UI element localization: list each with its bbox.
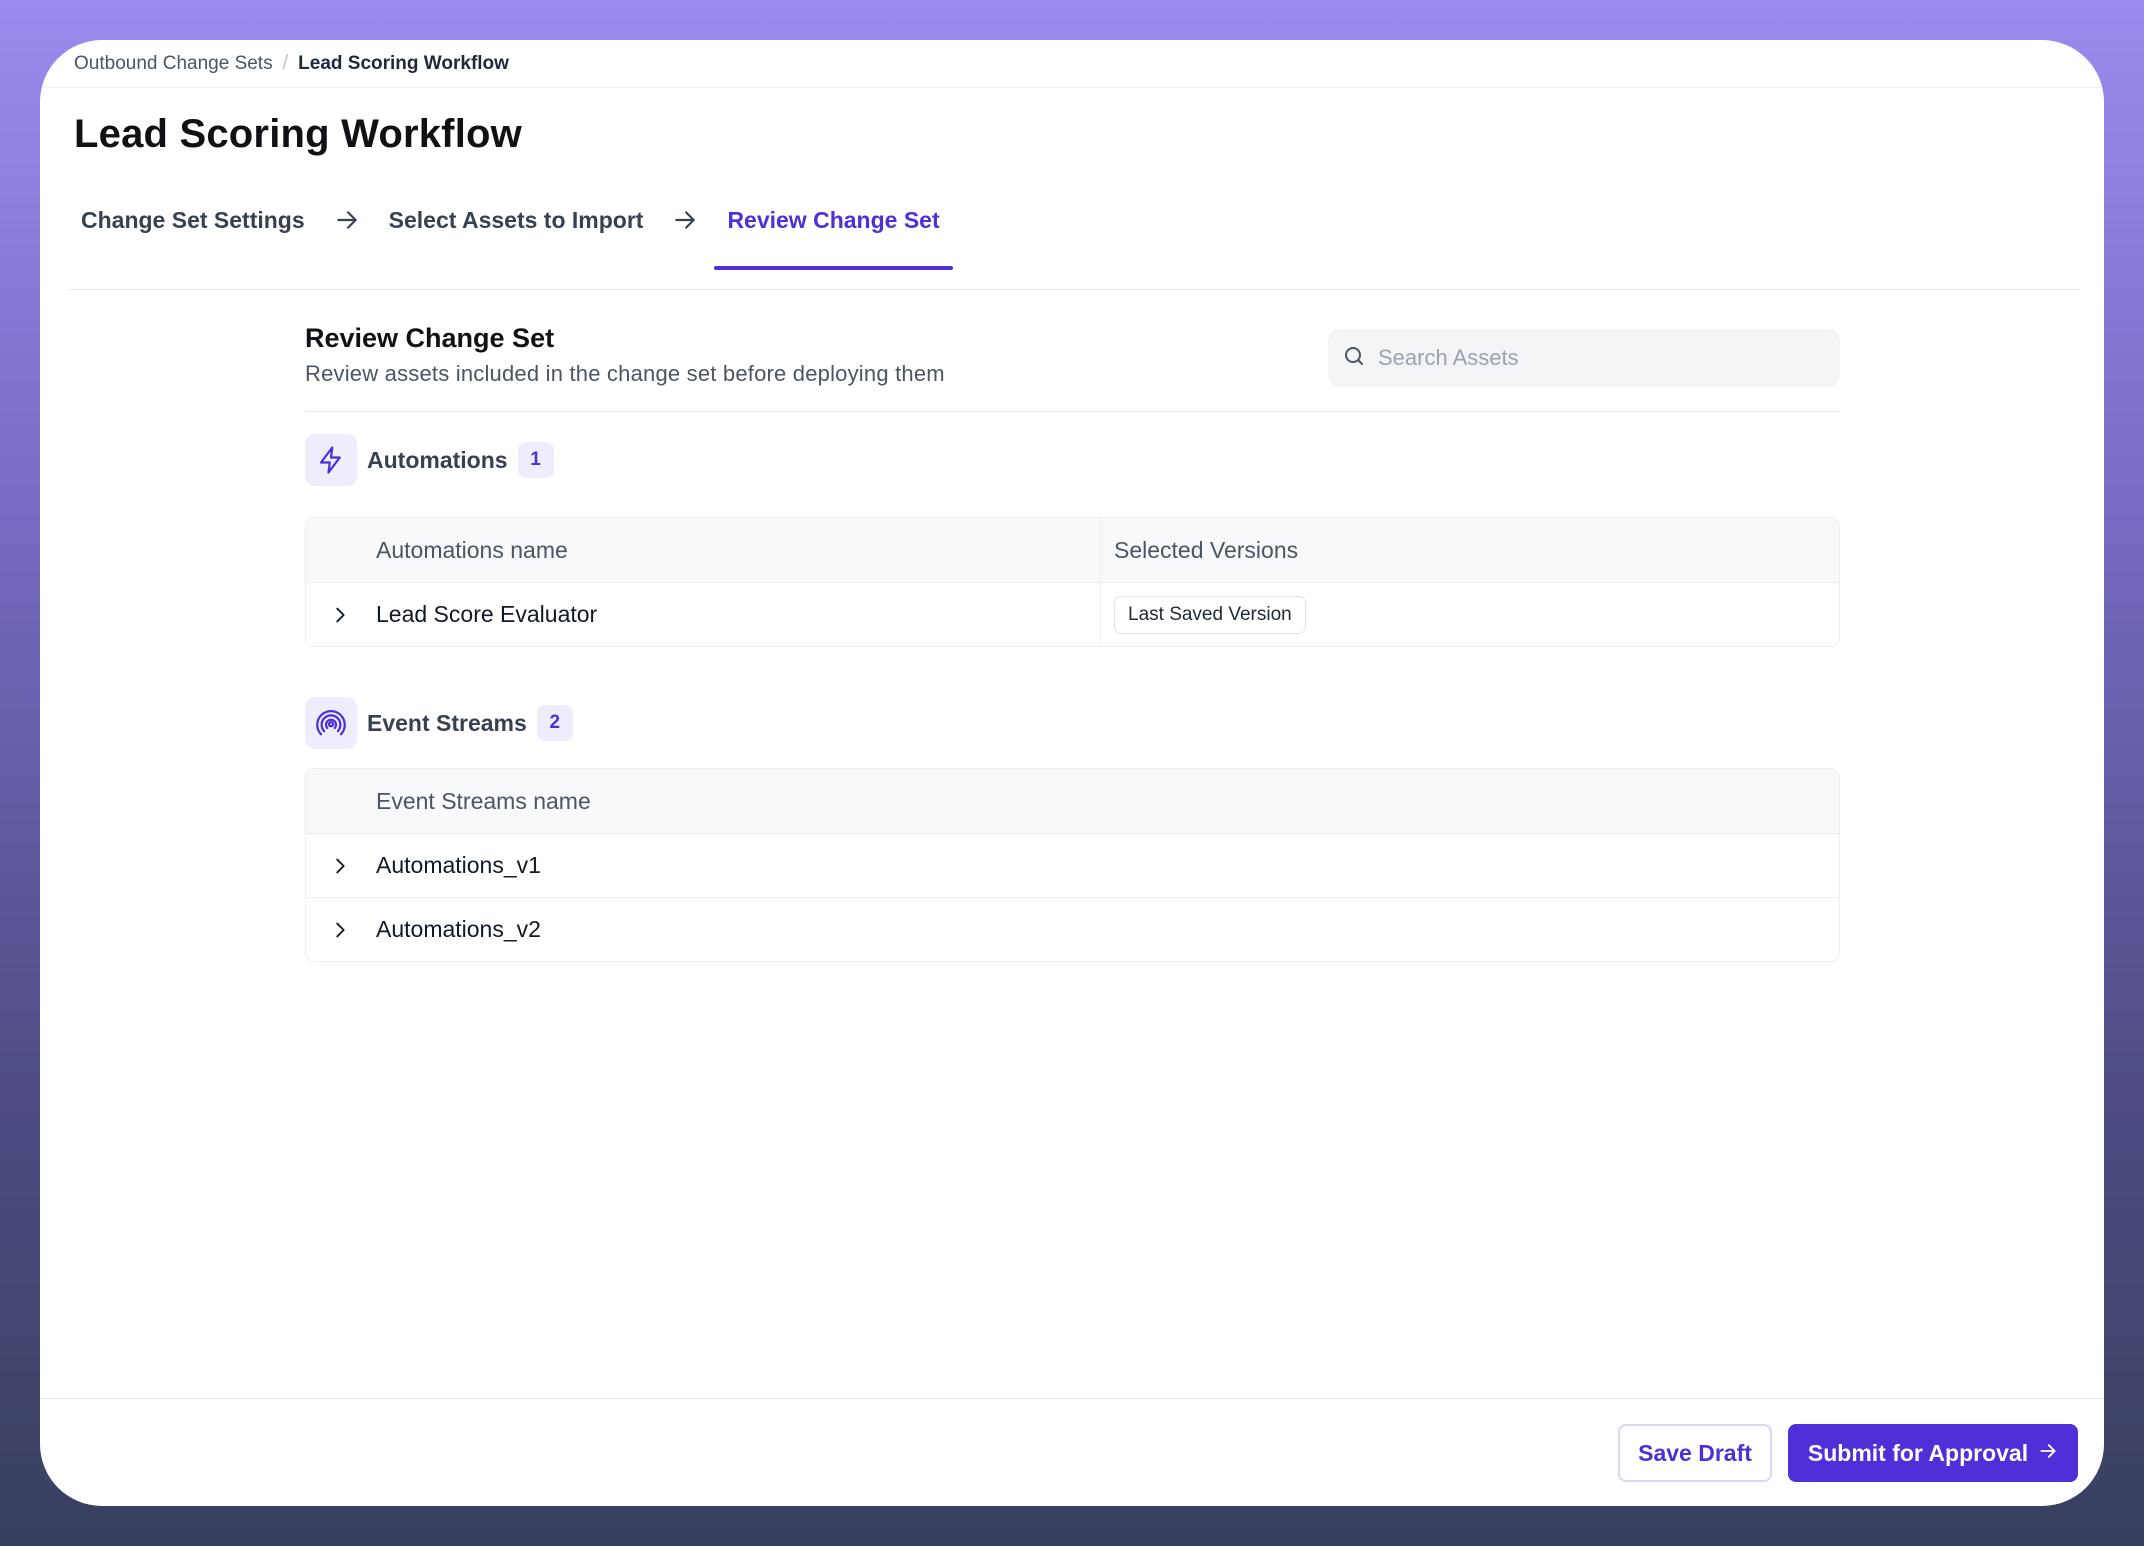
- table-header-row: Automations name Selected Versions: [306, 518, 1839, 582]
- step-change-set-settings[interactable]: Change Set Settings: [68, 189, 318, 251]
- breadcrumb-parent-link[interactable]: Outbound Change Sets: [74, 53, 273, 75]
- review-header: Review Change Set Review assets included…: [305, 288, 1840, 412]
- table-row[interactable]: Automations_v2: [306, 897, 1839, 961]
- event-streams-count-badge: 2: [536, 705, 573, 741]
- broadcast-icon: [305, 697, 357, 749]
- arrow-right-icon: [318, 198, 376, 242]
- device-frame: Outbound Change Sets / Lead Scoring Work…: [0, 0, 2144, 1546]
- save-draft-button[interactable]: Save Draft: [1618, 1424, 1772, 1482]
- row-name-cell: Automations_v1: [306, 834, 1839, 897]
- column-header-name: Automations name: [376, 536, 568, 563]
- step-review-change-set[interactable]: Review Change Set: [714, 189, 953, 270]
- automations-group: Automations 1 Automations name Selected …: [305, 434, 1840, 647]
- event-stream-name: Automations_v1: [376, 852, 541, 878]
- version-badge[interactable]: Last Saved Version: [1114, 595, 1306, 634]
- table-row[interactable]: Automations_v1: [306, 833, 1839, 897]
- section-subtitle: Review assets included in the change set…: [305, 361, 945, 386]
- row-version-cell: Last Saved Version: [1100, 583, 1839, 646]
- search-input[interactable]: [1378, 345, 1818, 371]
- event-streams-group: Event Streams 2 Event Streams name Autom…: [305, 697, 1840, 962]
- page-title: Lead Scoring Workflow: [74, 112, 522, 156]
- submit-label: Submit for Approval: [1807, 1439, 2029, 1466]
- automations-count-badge: 1: [517, 442, 554, 478]
- automations-label: Automations: [367, 446, 508, 473]
- submit-for-approval-button[interactable]: Submit for Approval: [1788, 1424, 2078, 1482]
- row-name-cell: Lead Score Evaluator: [306, 583, 1100, 646]
- event-streams-label: Event Streams: [367, 709, 527, 736]
- table-header-row: Event Streams name: [306, 769, 1839, 833]
- app-window: Outbound Change Sets / Lead Scoring Work…: [40, 40, 2104, 1506]
- event-streams-header: Event Streams 2: [305, 697, 1840, 749]
- event-stream-name: Automations_v2: [376, 916, 541, 942]
- table-row[interactable]: Lead Score Evaluator Last Saved Version: [306, 582, 1839, 646]
- lightning-icon: [305, 434, 357, 486]
- arrow-right-icon: [656, 198, 714, 242]
- breadcrumb-separator: /: [282, 52, 289, 74]
- breadcrumb: Outbound Change Sets / Lead Scoring Work…: [40, 40, 2104, 88]
- automations-table: Automations name Selected Versions Lead …: [305, 517, 1840, 647]
- search-icon: [1342, 344, 1366, 373]
- column-header-name: Event Streams name: [376, 787, 591, 814]
- review-panel: Review Change Set Review assets included…: [305, 288, 1840, 962]
- automations-header: Automations 1: [305, 434, 1840, 486]
- search-box[interactable]: [1328, 329, 1840, 387]
- breadcrumb-current: Lead Scoring Workflow: [298, 52, 509, 74]
- section-title: Review Change Set: [305, 323, 555, 353]
- chevron-right-icon[interactable]: [328, 918, 352, 942]
- arrow-right-icon: [2038, 1440, 2058, 1467]
- column-header-versions: Selected Versions: [1100, 518, 1839, 582]
- footer-bar: Save Draft Submit for Approval: [40, 1398, 2104, 1506]
- chevron-right-icon[interactable]: [328, 854, 352, 878]
- event-streams-table: Event Streams name Automations_v1 Automa…: [305, 768, 1840, 962]
- chevron-right-icon[interactable]: [328, 603, 352, 627]
- step-select-assets[interactable]: Select Assets to Import: [376, 189, 657, 251]
- stepper: Change Set Settings Select Assets to Imp…: [68, 207, 2080, 290]
- row-name-cell: Automations_v2: [306, 898, 1839, 961]
- automation-name: Lead Score Evaluator: [376, 601, 598, 627]
